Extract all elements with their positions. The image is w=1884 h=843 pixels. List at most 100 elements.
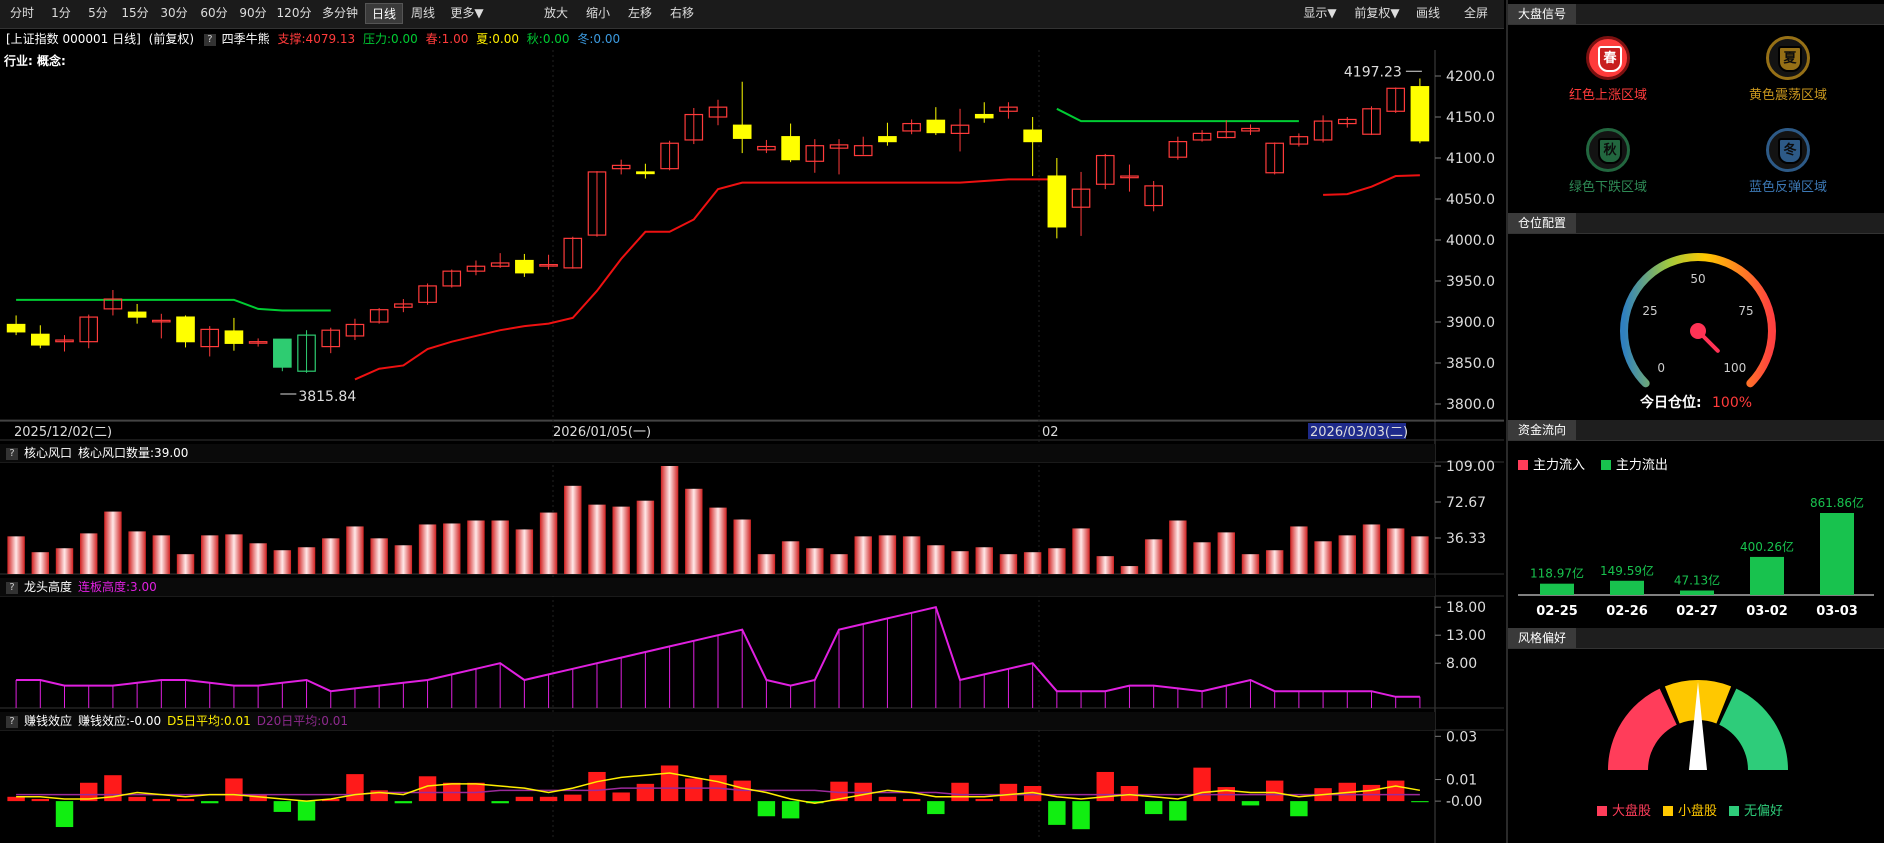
adjust-menu-button[interactable]: 前复权▼: [1348, 3, 1406, 24]
help-icon[interactable]: ?: [6, 581, 18, 594]
candle[interactable]: [345, 318, 365, 341]
period-button-5[interactable]: 60分: [195, 3, 233, 24]
profit-bar: [685, 778, 703, 802]
candle[interactable]: [587, 171, 607, 237]
candle-body: [999, 106, 1018, 112]
candle[interactable]: [321, 327, 341, 354]
candle[interactable]: [781, 123, 800, 163]
core-bar: [781, 541, 800, 574]
zoom-out-button[interactable]: 缩小: [577, 3, 619, 24]
core-bar: [902, 536, 921, 574]
candle[interactable]: [611, 159, 631, 175]
candle[interactable]: [539, 254, 558, 270]
display-menu-button[interactable]: 显示▼: [1296, 3, 1344, 24]
candle-body: [974, 113, 994, 119]
candle[interactable]: [152, 313, 171, 339]
candle[interactable]: [79, 314, 99, 349]
candle[interactable]: [418, 283, 437, 305]
candle[interactable]: [660, 140, 679, 171]
candle[interactable]: [1144, 180, 1163, 212]
candle[interactable]: [684, 107, 704, 145]
profit-bar: [370, 790, 388, 802]
period-button-1[interactable]: 1分: [43, 3, 79, 24]
candle[interactable]: [515, 253, 534, 277]
candle[interactable]: [176, 315, 195, 348]
candle[interactable]: [974, 102, 994, 123]
candle[interactable]: [1289, 133, 1309, 147]
candle[interactable]: [394, 299, 413, 313]
candle[interactable]: [1216, 120, 1236, 139]
draw-line-button[interactable]: 画线: [1410, 3, 1446, 24]
candle[interactable]: [757, 139, 776, 154]
core-bar: [806, 548, 824, 574]
candle[interactable]: [732, 81, 752, 154]
core-bar: [999, 554, 1018, 574]
period-button-11[interactable]: 更多▼: [443, 3, 491, 24]
candle[interactable]: [1362, 106, 1381, 136]
candle[interactable]: [563, 236, 583, 269]
period-button-10[interactable]: 周线: [404, 3, 442, 24]
candle[interactable]: [224, 317, 244, 351]
core-tick-label: 72.67: [1446, 495, 1486, 511]
candle[interactable]: [926, 107, 946, 136]
candle[interactable]: [200, 326, 220, 357]
candle[interactable]: [902, 119, 921, 135]
period-button-2[interactable]: 5分: [80, 3, 116, 24]
candle[interactable]: [1120, 164, 1139, 192]
period-button-9[interactable]: 日线: [365, 3, 403, 24]
candle[interactable]: [466, 260, 486, 276]
candle[interactable]: [248, 338, 268, 347]
candle[interactable]: [297, 330, 316, 373]
candle[interactable]: [490, 253, 510, 268]
help-icon[interactable]: ?: [203, 33, 216, 46]
help-icon[interactable]: ?: [6, 447, 18, 460]
profit-bar: [1265, 780, 1284, 802]
candle[interactable]: [999, 102, 1018, 119]
move-left-button[interactable]: 左移: [619, 3, 661, 24]
candle[interactable]: [55, 335, 74, 352]
candle[interactable]: [369, 308, 389, 324]
candle[interactable]: [878, 122, 897, 146]
candle[interactable]: [1071, 171, 1091, 236]
candle[interactable]: [805, 139, 825, 173]
candle[interactable]: [6, 315, 26, 336]
candle[interactable]: [30, 325, 50, 349]
candle[interactable]: [127, 303, 147, 324]
candle[interactable]: [1047, 158, 1067, 239]
candle[interactable]: [1241, 124, 1260, 136]
candle[interactable]: [1386, 87, 1406, 113]
fullscreen-button[interactable]: 全屏: [1456, 3, 1496, 24]
candle[interactable]: [1023, 117, 1042, 177]
candle[interactable]: [829, 139, 849, 175]
support-line: [1323, 174, 1420, 196]
candle[interactable]: [1313, 115, 1333, 143]
period-button-7[interactable]: 120分: [273, 3, 315, 24]
candle[interactable]: [636, 163, 655, 179]
candle[interactable]: [1337, 117, 1357, 128]
candle[interactable]: [1410, 78, 1430, 144]
candle[interactable]: [1168, 136, 1188, 160]
period-button-6[interactable]: 90分: [234, 3, 272, 24]
profit-bar: [612, 792, 630, 802]
candle[interactable]: [853, 136, 873, 157]
chart-area[interactable]: 分时 1分 5分 15分 30分 60分 90分 120分 多分钟 日线 周线 更多▼ 放大 缩小 左移 右移…: [0, 0, 1504, 843]
period-button-3[interactable]: 15分: [117, 3, 153, 24]
candle[interactable]: [103, 290, 123, 316]
period-button-0[interactable]: 分时: [2, 3, 42, 24]
indicator-title-profit: ? 赚钱效应 赚钱效应:-0.00 D5日平均:0.01 D20日平均:0.01: [0, 712, 1435, 730]
candle[interactable]: [708, 99, 728, 126]
candle-body: [1289, 136, 1309, 145]
candle[interactable]: [1095, 153, 1115, 190]
candle[interactable]: [1265, 142, 1284, 175]
period-button-8[interactable]: 多分钟: [316, 3, 364, 24]
flow-date-label: 02-25: [1536, 604, 1578, 619]
candle[interactable]: [273, 338, 292, 372]
signal-2: 秋绿色下跌区域: [1518, 128, 1698, 195]
candle[interactable]: [950, 108, 970, 152]
period-button-4[interactable]: 30分: [154, 3, 194, 24]
help-icon[interactable]: ?: [6, 715, 18, 728]
candle[interactable]: [1192, 130, 1212, 142]
candle[interactable]: [442, 269, 462, 288]
move-right-button[interactable]: 右移: [661, 3, 703, 24]
zoom-in-button[interactable]: 放大: [535, 3, 577, 24]
